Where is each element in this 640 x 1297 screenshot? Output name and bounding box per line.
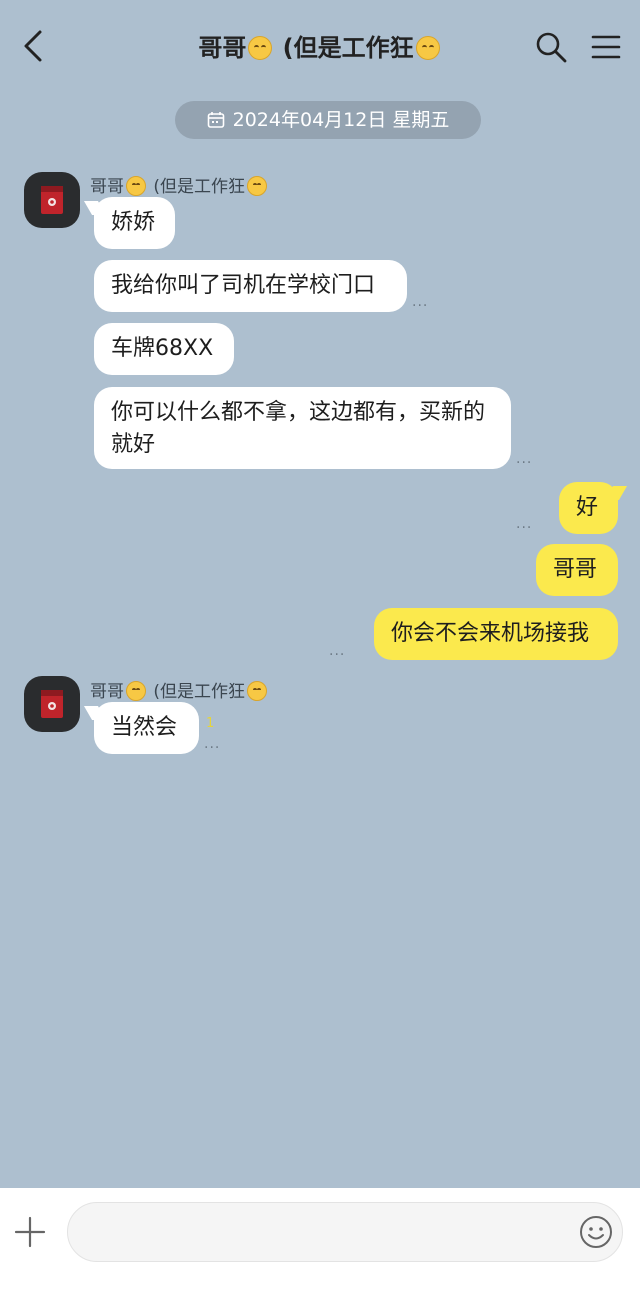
message-text: 哥哥 xyxy=(553,557,598,582)
calendar-icon xyxy=(207,112,224,128)
top-bar: 哥哥 (但是工作狂 xyxy=(0,0,640,92)
avatar-image xyxy=(41,690,63,718)
sender-name-suffix: (但是工作狂 xyxy=(148,682,246,702)
message-bubble-received[interactable]: 车牌68XX xyxy=(94,323,234,375)
message-bubble-received[interactable]: 当然会 xyxy=(94,702,199,754)
upside-down-emoji-icon xyxy=(415,36,440,60)
message-text: 当然会 xyxy=(111,715,178,740)
message-bubble-received[interactable]: 娇娇 xyxy=(94,197,175,249)
chat-title-suffix: (但是工作狂 xyxy=(274,34,414,62)
chat-title-prefix: 哥哥 xyxy=(198,34,247,62)
message-bubble-received[interactable]: 我给你叫了司机在学校门口 xyxy=(94,260,407,312)
smiling-emoji-icon xyxy=(126,681,146,701)
message-bubble-received[interactable]: 你可以什么都不拿，这边都有，买新的就好 xyxy=(94,387,511,469)
sender-name: 哥哥 (但是工作狂 xyxy=(90,172,269,197)
date-text: 2024年04月12日 星期五 xyxy=(232,109,450,131)
message-status: ... xyxy=(412,294,429,310)
message-text: 你可以什么都不拿，这边都有，买新的就好 xyxy=(111,400,486,457)
chat-title: 哥哥 (但是工作狂 xyxy=(120,28,520,63)
hamburger-menu-icon[interactable] xyxy=(590,32,622,62)
search-icon[interactable] xyxy=(534,30,568,64)
message-status: ... xyxy=(204,736,221,752)
smiling-emoji-icon xyxy=(248,36,273,60)
emoji-smile-icon[interactable] xyxy=(578,1214,614,1250)
unread-count: 1 xyxy=(206,716,215,731)
message-status: ... xyxy=(329,643,346,659)
smiling-emoji-icon xyxy=(126,176,146,196)
message-status: ... xyxy=(516,516,533,532)
sender-name-prefix: 哥哥 xyxy=(90,682,124,702)
message-bubble-sent[interactable]: 好 xyxy=(559,482,618,534)
plus-icon[interactable] xyxy=(14,1216,46,1248)
avatar[interactable] xyxy=(24,676,80,732)
upside-down-emoji-icon xyxy=(247,681,268,701)
message-input[interactable] xyxy=(88,1203,572,1263)
avatar-image xyxy=(41,186,63,214)
message-bubble-sent[interactable]: 你会不会来机场接我 xyxy=(374,608,618,660)
upside-down-emoji-icon xyxy=(247,176,268,196)
message-text: 我给你叫了司机在学校门口 xyxy=(111,273,376,298)
message-text: 车牌68XX xyxy=(111,336,214,361)
sender-name-prefix: 哥哥 xyxy=(90,177,124,197)
message-status: ... xyxy=(516,451,533,467)
message-text: 你会不会来机场接我 xyxy=(391,621,590,646)
sender-name: 哥哥 (但是工作狂 xyxy=(90,677,269,702)
message-input-container xyxy=(67,1202,623,1263)
chevron-left-icon[interactable] xyxy=(18,28,50,64)
message-text: 好 xyxy=(576,495,599,520)
avatar[interactable] xyxy=(24,172,80,228)
message-text: 娇娇 xyxy=(111,210,156,235)
message-bubble-sent[interactable]: 哥哥 xyxy=(536,544,618,596)
date-separator: 2024年04月12日 星期五 xyxy=(175,101,481,139)
sender-name-suffix: (但是工作狂 xyxy=(148,177,246,197)
